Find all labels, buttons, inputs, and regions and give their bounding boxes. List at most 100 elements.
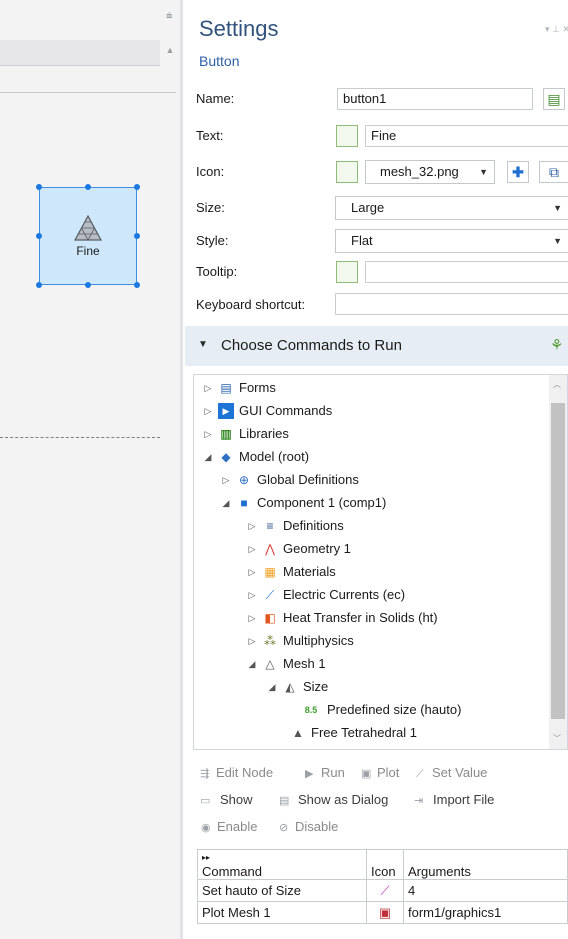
text-color-swatch[interactable]	[336, 125, 358, 147]
text-field[interactable]: Fine	[365, 125, 568, 147]
scroll-up-icon[interactable]: ▲	[162, 42, 178, 58]
scroll-down-icon[interactable]: ﹀	[553, 733, 561, 744]
tree-item-label: Component 1 (comp1)	[257, 495, 387, 510]
materials-icon: ▦	[264, 565, 276, 579]
import-file-button[interactable]: ⇥ Import File	[414, 792, 494, 807]
command-cell[interactable]: Plot Mesh 1	[197, 901, 367, 924]
move-icon[interactable]: ▸▸	[202, 854, 362, 862]
plot-button[interactable]: ▣ Plot	[361, 765, 399, 780]
icon-dropdown-value: mesh_32.png	[380, 164, 459, 179]
table-row[interactable]: Plot Mesh 1 ▣ form1/graphics1	[197, 901, 568, 924]
resize-handle[interactable]	[36, 282, 42, 288]
tree-item-electric-currents[interactable]: ▷ ⟋ Electric Currents (ec)	[246, 584, 406, 606]
scroll-up-icon[interactable]: ︿	[553, 379, 561, 390]
expand-arrow-icon[interactable]: ▷	[246, 561, 258, 583]
expand-arrow-icon[interactable]: ▷	[246, 515, 258, 537]
collapse-arrow-icon[interactable]: ◢	[220, 492, 232, 514]
resize-handle[interactable]	[134, 184, 140, 190]
plot-icon[interactable]: ▣	[366, 901, 404, 924]
tree-item-materials[interactable]: ▷ ▦ Materials	[246, 561, 336, 583]
tree-item-heat-transfer[interactable]: ▷ ◧ Heat Transfer in Solids (ht)	[246, 607, 438, 629]
collapse-arrow-icon[interactable]: ◢	[202, 446, 214, 468]
set-value-button[interactable]: ⟋ Set Value	[416, 765, 487, 781]
rename-icon[interactable]: ▤	[543, 88, 565, 110]
keyboard-shortcut-field[interactable]	[335, 293, 568, 315]
enable-button[interactable]: ◉ Enable	[201, 819, 257, 834]
tree-item-free-tetrahedral[interactable]: ▲ Free Tetrahedral 1	[290, 722, 417, 744]
predefined-size-icon: 8.5	[304, 705, 318, 715]
icon-color-swatch[interactable]	[336, 161, 358, 183]
size-dropdown[interactable]: Large ▼	[335, 196, 568, 220]
show-button[interactable]: ▭ Show	[200, 792, 253, 807]
name-field[interactable]: button1	[337, 88, 533, 110]
browse-icon[interactable]: ⧉	[539, 161, 568, 183]
resize-handle[interactable]	[134, 282, 140, 288]
expand-arrow-icon[interactable]: ▷	[202, 423, 214, 445]
icon-dropdown[interactable]: mesh_32.png ▼	[365, 160, 495, 184]
chevron-down-icon: ▼	[553, 203, 562, 213]
tree-item-size[interactable]: ◢ ◭ Size	[266, 676, 329, 698]
pane-splitter[interactable]	[180, 0, 183, 939]
resize-handle[interactable]	[85, 184, 91, 190]
tooltip-color-swatch[interactable]	[336, 261, 358, 283]
dialog-icon: ▤	[279, 795, 290, 807]
choose-commands-section-header[interactable]: ▼ Choose Commands to Run ⚘	[185, 326, 568, 366]
chevron-down-icon: ▼	[553, 236, 562, 246]
collapse-arrow-icon[interactable]: ◢	[246, 653, 258, 675]
tree-item-mesh-1[interactable]: ◢ △ Mesh 1	[246, 653, 326, 675]
command-cell[interactable]: Set hauto of Size	[197, 879, 367, 902]
resize-handle[interactable]	[134, 233, 140, 239]
table-row[interactable]: Set hauto of Size ⟋ 4	[197, 879, 568, 902]
disable-button[interactable]: ⊘ Disable	[279, 819, 338, 834]
tree-item-label: Model (root)	[239, 449, 310, 464]
resize-handle[interactable]	[85, 282, 91, 288]
add-icon[interactable]: ✚	[507, 161, 529, 183]
tree-item-gui-commands[interactable]: ▷ ▶ GUI Commands	[202, 400, 332, 422]
expand-arrow-icon[interactable]: ▷	[246, 584, 258, 606]
show-as-dialog-button[interactable]: ▤ Show as Dialog	[279, 792, 388, 807]
tree-item-label: Predefined size (hauto)	[327, 702, 462, 717]
command-tree[interactable]: ▷ ▤ Forms ▷ ▶ GUI Commands ▷ ▥ Libraries…	[193, 374, 568, 750]
tree-item-model-root[interactable]: ◢ ◆ Model (root)	[202, 446, 310, 468]
pane-options-icon[interactable]: ⩧	[166, 11, 176, 22]
tree-item-multiphysics[interactable]: ▷ ⁂ Multiphysics	[246, 630, 354, 652]
tree-filter-icon[interactable]: ⚘	[550, 336, 563, 354]
expand-arrow-icon[interactable]: ▷	[220, 469, 232, 491]
collapse-arrow-icon[interactable]: ◢	[266, 676, 278, 698]
tree-item-label: Libraries	[239, 426, 289, 441]
scrollbar-thumb[interactable]	[551, 403, 565, 719]
set-value-icon[interactable]: ⟋	[366, 879, 404, 902]
tree-item-label: Definitions	[283, 518, 344, 533]
column-header-arguments[interactable]: Arguments	[403, 849, 568, 880]
import-file-icon: ⇥	[414, 795, 424, 807]
column-header-icon[interactable]: Icon	[366, 849, 404, 880]
expand-arrow-icon[interactable]: ▷	[246, 630, 258, 652]
arguments-cell[interactable]: 4	[403, 879, 568, 902]
tree-item-global-definitions[interactable]: ▷ ⊕ Global Definitions	[220, 469, 359, 491]
form-button-fine[interactable]: Fine	[36, 184, 140, 288]
tree-item-predefined-size[interactable]: 8.5 Predefined size (hauto)	[300, 699, 462, 721]
tree-item-label: Heat Transfer in Solids (ht)	[283, 610, 438, 625]
tree-scrollbar[interactable]: ︿ ﹀	[549, 375, 567, 749]
expand-arrow-icon[interactable]: ▷	[246, 538, 258, 560]
column-header-command[interactable]: ▸▸ Command	[197, 849, 367, 880]
arguments-cell[interactable]: form1/graphics1	[403, 901, 568, 924]
style-dropdown[interactable]: Flat ▼	[335, 229, 568, 253]
tree-item-geometry-1[interactable]: ▷ ⋀ Geometry 1	[246, 538, 351, 560]
run-button[interactable]: ▶ Run	[305, 765, 345, 780]
tooltip-field[interactable]	[365, 261, 568, 283]
panel-controls[interactable]: ▾ ⊥ ✕	[545, 24, 568, 35]
expand-arrow-icon[interactable]: ▷	[246, 607, 258, 629]
resize-handle[interactable]	[36, 184, 42, 190]
tree-item-forms[interactable]: ▷ ▤ Forms	[202, 377, 276, 399]
style-label: Style:	[196, 233, 229, 248]
expand-arrow-icon[interactable]: ▷	[202, 400, 214, 422]
form-editor-canvas[interactable]: ⩧ ▲ Fine	[0, 0, 182, 939]
tree-item-component-1[interactable]: ◢ ■ Component 1 (comp1)	[220, 492, 387, 514]
enable-icon: ◉	[201, 822, 211, 834]
expand-arrow-icon[interactable]: ▷	[202, 377, 214, 399]
resize-handle[interactable]	[36, 233, 42, 239]
tree-item-definitions[interactable]: ▷ ≡ Definitions	[246, 515, 344, 537]
tree-item-libraries[interactable]: ▷ ▥ Libraries	[202, 423, 289, 445]
edit-node-button[interactable]: ⇶ Edit Node	[200, 765, 273, 780]
